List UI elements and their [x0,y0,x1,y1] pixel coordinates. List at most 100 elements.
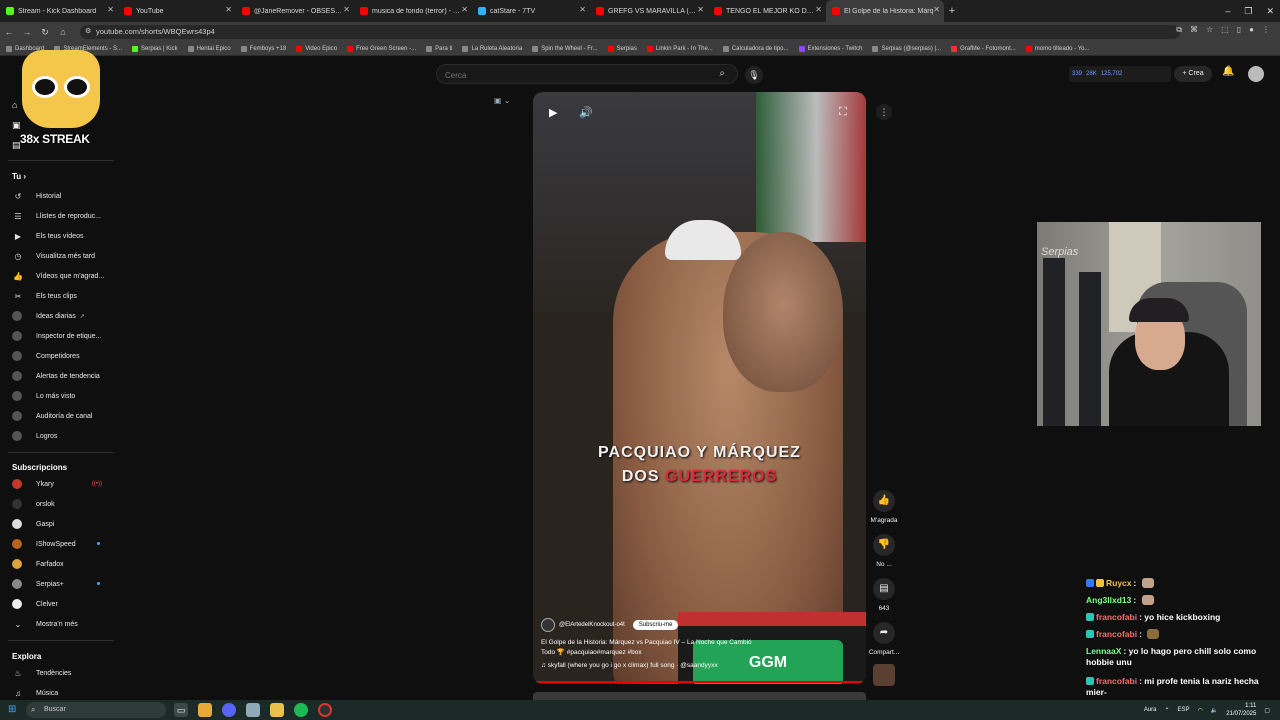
more-options-icon[interactable]: ⋮ [876,104,892,120]
sidebar-sub-orslok[interactable]: orslok [0,495,116,513]
search-icon[interactable]: ⌕ [719,68,725,79]
file-explorer-icon[interactable] [270,703,284,717]
channel-avatar[interactable] [541,618,555,632]
create-button[interactable]: + Crea [1174,66,1212,82]
forward-icon[interactable]: → [18,27,36,37]
close-icon[interactable]: ✕ [225,5,232,14]
sidebar-sub-ykary[interactable]: Ykary ((•)) [0,475,116,493]
browser-tab[interactable]: Stream - Kick Dashboard ✕ [0,0,118,22]
bookmark-item[interactable]: GrafMe - Fotomont... [951,45,1016,52]
browser-tab[interactable]: GREFG VS MARAVILLA (CAMPE✕ [590,0,708,22]
sidebar-item-most-viewed[interactable]: Lo más visto [0,387,116,405]
url-field[interactable]: ⚙ youtube.com/shorts/WBQEwrs43p4 [80,25,1180,39]
clock[interactable]: 1:11 21/07/2025 [1226,702,1256,718]
comments-button[interactable]: ▤ 643 [866,578,902,612]
wifi-icon[interactable]: ◠ [1198,707,1203,714]
translate-icon[interactable]: ⌘ [1190,25,1198,35]
vidiq-stats-widget[interactable]: 339 28K 125,702 [1069,66,1171,82]
shorts-video-player[interactable]: GGM ▶ 🔊 ⛶ PACQUIAO Y MÁRQUEZ DOS GUERRER… [533,92,866,684]
browser-tab[interactable]: YouTube ✕ [118,0,236,22]
notifications-bell-icon[interactable]: 🔔 [1222,66,1234,77]
browser-tab-active[interactable]: El Golpe de la Historia: Márq ✕ [826,0,944,22]
sidepanel-icon[interactable]: ▯ [1237,25,1241,35]
close-window-icon[interactable]: ✕ [1266,6,1274,17]
sidebar-item-playlists[interactable]: ☰ Llistes de reproduc... [0,207,116,225]
microphone-icon[interactable]: 🎙 [745,66,763,84]
sidebar-item-channel-audit[interactable]: Auditoría de canal [0,407,116,425]
sidebar-sub-farfadox[interactable]: Farfadox [0,555,116,573]
close-icon[interactable]: ✕ [107,5,114,14]
sidebar-item-tag-inspector[interactable]: Inspector de etique... [0,327,116,345]
profile-icon[interactable]: ● [1249,25,1254,35]
bookmark-item[interactable]: Serpias | Kick [132,45,178,52]
chevron-up-icon[interactable]: ⌃ [1165,707,1170,714]
back-icon[interactable]: ← [0,27,18,37]
extension-icon[interactable]: ⧉ [1176,25,1182,35]
sidebar-item-trending[interactable]: ♨ Tendències [0,664,116,682]
sidebar-item-competitors[interactable]: Competidores [0,347,116,365]
minimize-icon[interactable]: – [1225,6,1230,16]
notifications-icon[interactable]: ▢ [1264,707,1270,714]
language-indicator[interactable]: ESP [1178,707,1190,713]
obs-icon[interactable] [318,703,332,717]
bookmark-item[interactable]: Linkin Park - In The... [646,45,713,52]
sidebar-item-liked[interactable]: 👍 Vídeos que m'agrad... [0,267,116,285]
browser-tab[interactable]: @JaneRemover - OBSESSED PC✕ [236,0,354,22]
bookmark-item[interactable]: Hentai Epico [187,45,231,52]
sidebar-item-history[interactable]: ↺ Historial [0,187,116,205]
close-icon[interactable]: ✕ [933,5,940,14]
fullscreen-icon[interactable]: ⛶ [839,106,847,119]
spotify-icon[interactable] [294,703,308,717]
you-section-header[interactable]: Tu › [12,172,26,181]
close-icon[interactable]: ✕ [815,5,822,14]
sidebar-item-achievements[interactable]: Logros [0,427,116,445]
sound-thumbnail[interactable] [866,664,902,691]
video-description[interactable]: El Golpe de la Historia: Márquez vs Pacq… [541,638,781,658]
bookmark-item[interactable]: La Ruleta Aleatoria [462,45,522,52]
puzzle-icon[interactable]: ⬚ [1221,25,1229,35]
close-icon[interactable]: ✕ [697,5,704,14]
subscribe-button[interactable]: Subscriu-me [632,620,679,630]
bookmark-item[interactable]: momo tilteado - Yo... [1025,45,1090,52]
site-info-icon[interactable]: ⚙ [85,25,91,39]
bookmark-item[interactable]: Serpias (@serpias) |... [872,45,941,52]
browser-tab[interactable]: TENGO EL MEJOR KO DEL AÑO✕ [708,0,826,22]
channel-name[interactable]: @ElArtedelKnockout-o4t [559,622,625,628]
sidebar-sub-ishowspeed[interactable]: IShowSpeed [0,535,116,553]
sidebar-item-clips[interactable]: ✂ Els teus clips [0,287,116,305]
dislike-button[interactable]: 👎 No ... [866,534,902,568]
sidebar-item-your-videos[interactable]: ▶ Els teus vídeos [0,227,116,245]
windows-start-icon[interactable]: ⊞ [8,704,20,716]
chrome-icon[interactable] [198,703,212,717]
next-short-preview[interactable] [533,692,866,700]
browser-tab[interactable]: musica de fondo (terror) - YouT ✕ [354,0,472,22]
close-icon[interactable]: ✕ [461,5,468,14]
reload-icon[interactable]: ↻ [36,27,54,38]
sidebar-item-ideas[interactable]: Ideas diarias ↗ [0,307,116,325]
bookmark-item[interactable]: Spin the Wheel - Fr... [532,45,598,52]
new-tab-button[interactable]: + [944,0,960,22]
account-avatar[interactable] [1248,66,1264,82]
sidebar-sub-serpias[interactable]: Serpias+ [0,575,116,593]
bookmark-item[interactable]: Serpias [607,45,637,52]
maximize-icon[interactable]: ❐ [1244,6,1252,17]
search-input[interactable] [437,66,697,85]
bookmark-item[interactable]: Free Green Screen -... [347,45,416,52]
like-button[interactable]: 👍 M'agrada [866,490,902,524]
sidebar-show-more[interactable]: ⌄ Mostra'n més [0,615,116,633]
browser-tab[interactable]: catStare - 7TV ✕ [472,0,590,22]
now-playing-label[interactable]: Aura [1144,707,1157,713]
discord-icon[interactable] [222,703,236,717]
menu-dots-icon[interactable]: ⋮ [1262,25,1270,35]
bookmark-item[interactable]: Para ti [426,45,452,52]
bookmark-item[interactable]: Femboys +18 [240,45,286,52]
bookmark-star-icon[interactable]: ☆ [1206,25,1213,35]
sidebar-item-trend-alerts[interactable]: Alertas de tendencia [0,367,116,385]
close-icon[interactable]: ✕ [343,5,350,14]
sidebar-sub-gaspi[interactable]: Gaspi [0,515,116,533]
bookmark-item[interactable]: Calculadora de tipo... [722,45,789,52]
bookmark-item[interactable]: Video Epico [296,45,337,52]
task-view-icon[interactable]: ▭ [174,703,188,717]
share-button[interactable]: ➦ Compart... [866,622,902,656]
sidebar-sub-clelver[interactable]: Clelver [0,595,116,613]
